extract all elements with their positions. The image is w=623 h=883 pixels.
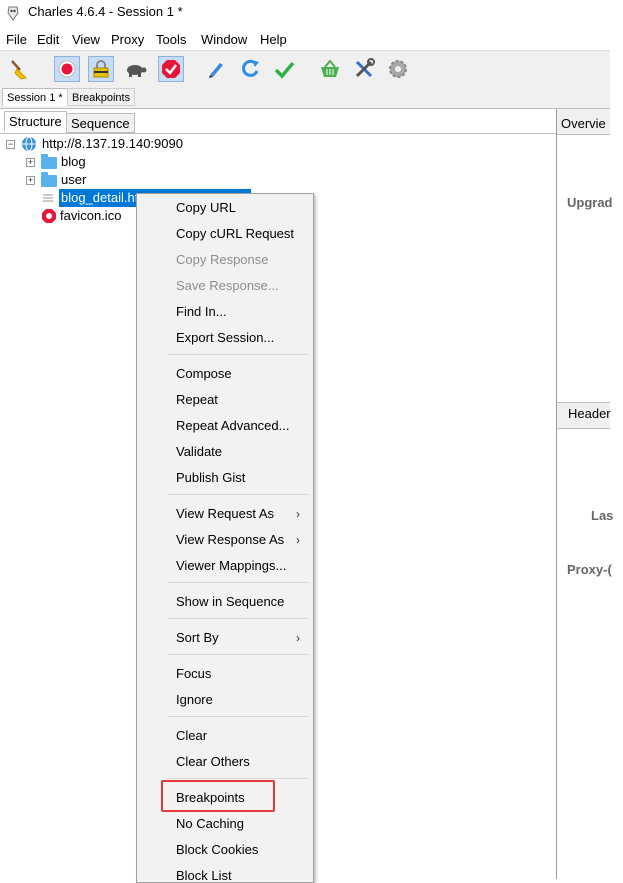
folder-label: user: [61, 172, 87, 187]
menu-show-in-sequence[interactable]: Show in Sequence: [137, 589, 313, 615]
last-label: Las: [591, 508, 614, 523]
charles-app-icon: [7, 6, 19, 21]
menu-save-response: Save Response...: [176, 278, 279, 293]
folder-icon: [41, 154, 57, 169]
proxy-label: Proxy-(: [567, 562, 612, 577]
menu-view[interactable]: View: [72, 32, 100, 47]
submenu-arrow-icon: ›: [296, 631, 300, 645]
menu-proxy[interactable]: Proxy: [111, 32, 144, 47]
menu-block-list[interactable]: Block List: [137, 863, 313, 882]
ssl-proxy-lock-icon[interactable]: [88, 56, 114, 82]
globe-icon: [22, 136, 36, 152]
menu-focus[interactable]: Focus: [137, 661, 313, 687]
tab-sequence[interactable]: Sequence: [66, 113, 135, 133]
menu-separator: [167, 654, 309, 655]
menu-separator: [167, 494, 309, 495]
file-label: favicon.ico: [60, 208, 122, 223]
validate-check-icon[interactable]: [271, 56, 297, 82]
tab-structure[interactable]: Structure: [4, 111, 67, 131]
menu-file[interactable]: File: [6, 32, 27, 47]
toolbar: [0, 50, 610, 88]
annotation-highlight-box: [161, 780, 275, 812]
settings-gear-icon[interactable]: [385, 56, 411, 82]
menu-separator: [167, 582, 309, 583]
blocked-resource-icon: [42, 209, 56, 223]
edit-pen-icon[interactable]: [203, 56, 229, 82]
title-bar: Charles 4.6.4 - Session 1 *: [0, 0, 623, 26]
upgrade-label: Upgrad: [567, 195, 613, 210]
tab-session-1[interactable]: Session 1 *: [2, 88, 68, 106]
tab-breakpoints[interactable]: Breakpoints: [67, 88, 136, 106]
menu-edit[interactable]: Edit: [37, 32, 59, 47]
folder-icon: [41, 172, 57, 187]
submenu-arrow-icon: ›: [296, 507, 300, 521]
menu-sort-by[interactable]: Sort By ›: [137, 625, 313, 651]
window-title: Charles 4.6.4 - Session 1 *: [28, 4, 183, 19]
menu-block-cookies[interactable]: Block Cookies: [137, 837, 313, 863]
menu-clear-others[interactable]: Clear Others: [137, 749, 313, 775]
menu-no-caching[interactable]: No Caching: [137, 811, 313, 837]
menu-viewer-mappings[interactable]: Viewer Mappings...: [137, 553, 313, 579]
menu-separator: [167, 716, 309, 717]
menu-window[interactable]: Window: [201, 32, 247, 47]
menu-publish-gist[interactable]: Publish Gist: [137, 465, 313, 491]
throttle-turtle-icon[interactable]: [122, 56, 148, 82]
menu-compose[interactable]: Compose: [137, 361, 313, 387]
folder-label: blog: [61, 154, 86, 169]
menu-bar: File Edit View Proxy Tools Window Help: [0, 28, 610, 50]
menu-ignore[interactable]: Ignore: [137, 687, 313, 713]
menu-export-session[interactable]: Export Session...: [137, 325, 313, 351]
tools-icon[interactable]: [351, 56, 377, 82]
menu-copy-url[interactable]: Copy URL: [137, 195, 313, 221]
record-icon[interactable]: [54, 56, 80, 82]
menu-separator: [167, 354, 309, 355]
expand-icon[interactable]: +: [26, 158, 35, 167]
menu-separator: [167, 778, 309, 779]
tab-overview[interactable]: Overvie: [561, 116, 606, 131]
menu-repeat-advanced[interactable]: Repeat Advanced...: [137, 413, 313, 439]
menu-copy-curl-request[interactable]: Copy cURL Request: [137, 221, 313, 247]
menu-help[interactable]: Help: [260, 32, 287, 47]
menu-find-in[interactable]: Find In...: [137, 299, 313, 325]
host-label: http://8.137.19.140:9090: [42, 136, 183, 151]
menu-separator: [167, 618, 309, 619]
breakpoints-icon[interactable]: [158, 56, 184, 82]
menu-tools[interactable]: Tools: [156, 32, 186, 47]
repeat-refresh-icon[interactable]: [237, 56, 263, 82]
tab-divider: [0, 133, 556, 134]
detail-panel: Overvie Upgrad Header Las Proxy-(: [557, 109, 614, 879]
collapse-icon[interactable]: −: [6, 140, 15, 149]
menu-copy-response: Copy Response: [176, 252, 269, 267]
menu-clear[interactable]: Clear: [137, 723, 313, 749]
expand-icon[interactable]: +: [26, 176, 35, 185]
basket-icon[interactable]: [317, 56, 343, 82]
document-icon: [43, 194, 53, 202]
menu-repeat[interactable]: Repeat: [137, 387, 313, 413]
submenu-arrow-icon: ›: [296, 533, 300, 547]
tab-headers[interactable]: Header: [568, 406, 611, 421]
menu-validate[interactable]: Validate: [137, 439, 313, 465]
broom-icon[interactable]: [6, 56, 32, 82]
menu-view-response-as[interactable]: View Response As ›: [137, 527, 313, 553]
menu-view-request-as[interactable]: View Request As ›: [137, 501, 313, 527]
session-tabs: Session 1 * Breakpoints: [0, 86, 610, 109]
